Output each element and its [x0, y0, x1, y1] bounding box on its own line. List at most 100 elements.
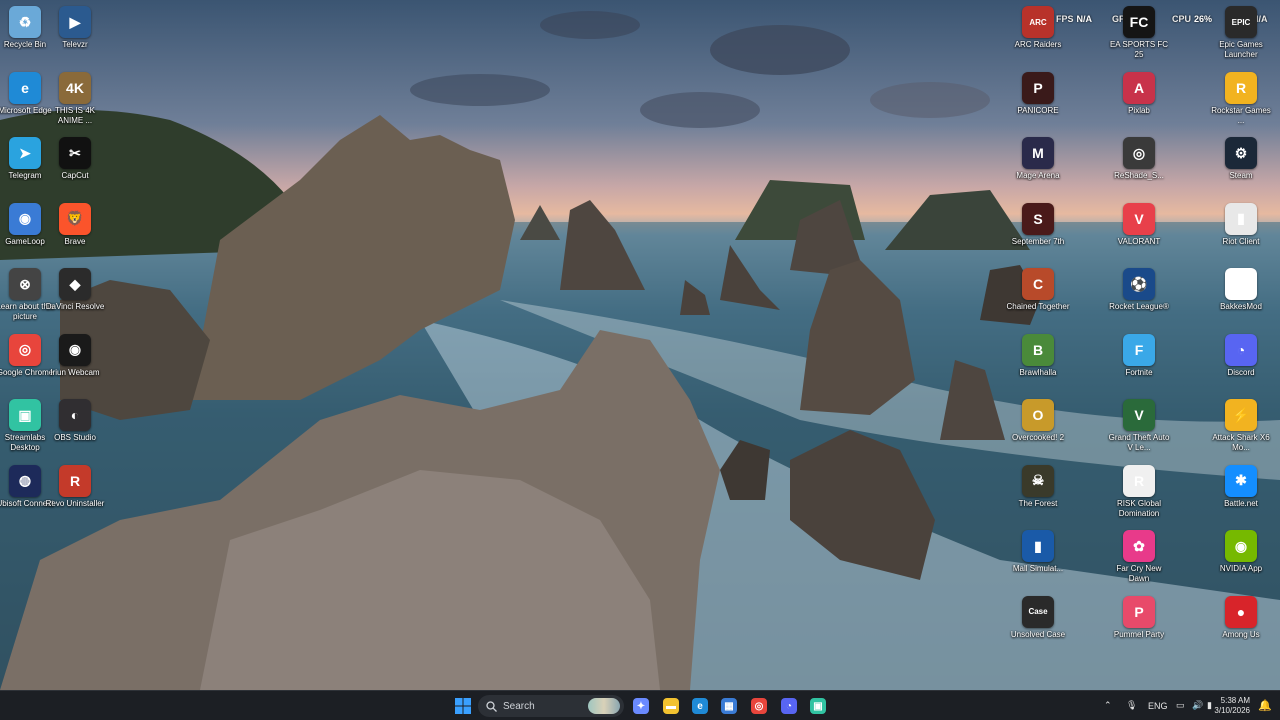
chained-together-icon: C	[1022, 268, 1054, 300]
desktop-shortcut[interactable]: ◐ OBS Studio	[43, 399, 107, 463]
anime-icon: 4K	[59, 71, 91, 104]
discord-taskbar-icon: ◔	[781, 698, 797, 714]
streamlabs-icon: ▣	[9, 399, 41, 431]
desktop-shortcut-label: Pummel Party	[1113, 629, 1165, 639]
search-highlight-icon	[588, 698, 620, 714]
desktop-shortcut[interactable]: ✿ Far Cry New Dawn	[1107, 530, 1171, 594]
file-explorer-icon: ▬	[663, 698, 679, 714]
desktop-shortcut-label: Among Us	[1222, 629, 1260, 639]
desktop-shortcut[interactable]: R RISK Global Domination	[1107, 464, 1171, 529]
desktop-shortcut[interactable]: R Rockstar Games ...	[1209, 71, 1273, 136]
desktop-shortcut[interactable]: 🦁 Brave	[43, 202, 107, 267]
desktop-shortcut-label: Unsolved Case	[1010, 629, 1066, 639]
desktop-shortcut[interactable]: ▶ Televzr	[43, 6, 107, 70]
desktop-shortcut[interactable]: P Pummel Party	[1107, 595, 1171, 660]
desktop-shortcut-label: EA SPORTS FC 25	[1109, 40, 1169, 59]
september-7th-icon: S	[1022, 202, 1054, 235]
riot-client-icon: ▮	[1225, 202, 1257, 235]
nvidia-icon: ◉	[1225, 530, 1257, 562]
desktop-shortcut[interactable]: ◉ Iriun Webcam	[43, 333, 107, 398]
desktop-shortcut[interactable]: ⚽ Rocket League®	[1107, 268, 1171, 332]
desktop-shortcut-label: Pixlab	[1128, 105, 1150, 115]
desktop-shortcut[interactable]: ⚡ Attack Shark X6 Mo...	[1209, 399, 1273, 463]
battle-net-icon: ✱	[1225, 464, 1257, 497]
desktop-shortcut-label: BakkesMod	[1220, 302, 1262, 311]
desktop-shortcut-label: The Forest	[1018, 498, 1058, 508]
desktop-shortcut[interactable]: ◆ DaVinci Resolve	[43, 268, 107, 332]
desktop-shortcut-label: Riot Client	[1222, 236, 1260, 246]
language-indicator[interactable]: ENG	[1148, 701, 1168, 711]
desktop-shortcut-label: PANICORE	[1017, 105, 1059, 115]
desktop-shortcut[interactable]: S September 7th	[1006, 202, 1070, 267]
taskbar-app-button[interactable]: ▦	[718, 695, 740, 717]
desktop-shortcut[interactable]: ✂ CapCut	[43, 137, 107, 201]
davinci-resolve-icon: ◆	[59, 268, 91, 300]
desktop-shortcut[interactable]: V VALORANT	[1107, 202, 1171, 267]
steam-icon: ⚙	[1225, 137, 1257, 169]
desktop-shortcut[interactable]: ▮ Mall Simulat...	[1006, 530, 1070, 594]
taskbar-app-button[interactable]: ◎	[748, 695, 770, 717]
cpu-overlay: CPU 26%	[1172, 14, 1212, 24]
valorant-icon: V	[1123, 202, 1155, 235]
desktop-shortcut[interactable]: ✱ Battle.net	[1209, 464, 1273, 529]
iriun-webcam-icon: ◉	[59, 333, 91, 366]
desktop-shortcut[interactable]: F Fortnite	[1107, 333, 1171, 398]
taskbar-search-box[interactable]: Search	[478, 695, 624, 717]
desktop-shortcut[interactable]: ◔ Discord	[1209, 333, 1273, 398]
desktop-shortcut-label: Chained Together	[1006, 302, 1070, 311]
rockstar-icon: R	[1225, 71, 1257, 104]
taskbar-app-button[interactable]: ◔	[778, 695, 800, 717]
desktop-shortcut[interactable]: R Revo Uninstaller	[43, 464, 107, 529]
desktop-shortcut[interactable]: 4K THIS IS 4K ANIME ...	[43, 71, 107, 136]
desktop-shortcut[interactable]: P PANICORE	[1006, 71, 1070, 136]
desktop-shortcut[interactable]: C Chained Together	[1006, 268, 1070, 332]
start-button[interactable]	[452, 695, 474, 717]
learn-about-picture-icon: ⊗	[9, 268, 41, 300]
volume-icon[interactable]: 🔊	[1192, 700, 1203, 711]
edge-taskbar-icon: e	[692, 698, 708, 714]
taskbar-app-button[interactable]: ▣	[807, 695, 829, 717]
taskbar-app-button[interactable]: ✦	[630, 695, 652, 717]
capcut-icon: ✂	[59, 137, 91, 169]
desktop-shortcut-label: NVIDIA App	[1219, 564, 1263, 573]
reshade-icon: ◎	[1123, 137, 1155, 169]
search-placeholder: Search	[503, 700, 535, 712]
desktop-shortcut-label: Rockstar Games ...	[1211, 105, 1271, 125]
clock[interactable]: 5:38 AM 3/10/2026	[1214, 696, 1250, 716]
taskbar-app-button[interactable]: ▬	[660, 695, 682, 717]
desktop-shortcut[interactable]: ARC ARC Raiders	[1006, 6, 1070, 70]
desktop-shortcut[interactable]: ☠ The Forest	[1006, 464, 1070, 529]
desktop-shortcut[interactable]: ◉ NVIDIA App	[1209, 530, 1273, 594]
desktop-shortcut-label: CapCut	[61, 171, 89, 180]
desktop-shortcut[interactable]: V Grand Theft Auto V Le...	[1107, 399, 1171, 463]
desktop-shortcut[interactable]: B Brawlhalla	[1006, 333, 1070, 398]
desktop-wallpaper	[0, 0, 1280, 690]
taskbar: Search ✦ ▬ e ▦ ◎ ◔ ▣ ⌃ 🎙 ENG ▭ 🔊 ▮ 5:38 AM 3/1…	[0, 690, 1280, 720]
desktop-shortcut[interactable]: ⚙ Steam	[1209, 137, 1273, 201]
desktop-shortcut[interactable]: Case Unsolved Case	[1006, 595, 1070, 660]
show-hidden-icons-chevron-icon[interactable]: ⌃	[1104, 700, 1112, 711]
epic-games-icon: EPIC	[1225, 6, 1257, 38]
notification-bell-icon[interactable]: 🔔	[1258, 699, 1272, 712]
desktop-shortcut-label: Revo Uninstaller	[45, 498, 105, 508]
desktop-shortcut[interactable]: ▮ Riot Client	[1209, 202, 1273, 267]
desktop-shortcut-label: Brave	[64, 236, 86, 246]
desktop-shortcut-label: Grand Theft Auto V Le...	[1108, 433, 1170, 452]
televzr-icon: ▶	[59, 6, 91, 38]
desktop-shortcut[interactable]: A Pixlab	[1107, 71, 1171, 136]
desktop-shortcut[interactable]: EPIC Epic Games Launcher	[1209, 6, 1273, 70]
desktop-shortcut[interactable]: FC EA SPORTS FC 25	[1107, 6, 1171, 70]
battery-icon[interactable]: ▮	[1207, 700, 1212, 711]
microphone-icon[interactable]: 🎙	[1126, 700, 1137, 711]
desktop-shortcut[interactable]: ◎ ReShade_S...	[1107, 137, 1171, 201]
taskbar-app-button[interactable]: e	[689, 695, 711, 717]
desktop-shortcut[interactable]: BM BakkesMod	[1209, 268, 1273, 332]
desktop-shortcut-label: VALORANT	[1117, 236, 1161, 246]
desktop-shortcut[interactable]: ● Among Us	[1209, 595, 1273, 660]
network-icon[interactable]: ▭	[1176, 700, 1185, 711]
desktop-shortcut[interactable]: M Mage Arena	[1006, 137, 1070, 201]
mage-arena-icon: M	[1022, 137, 1054, 169]
desktop-shortcut-label: Steam	[1229, 171, 1253, 180]
desktop-shortcut[interactable]: O Overcooked! 2	[1006, 399, 1070, 463]
desktop-shortcut-label: ARC Raiders	[1014, 40, 1062, 49]
